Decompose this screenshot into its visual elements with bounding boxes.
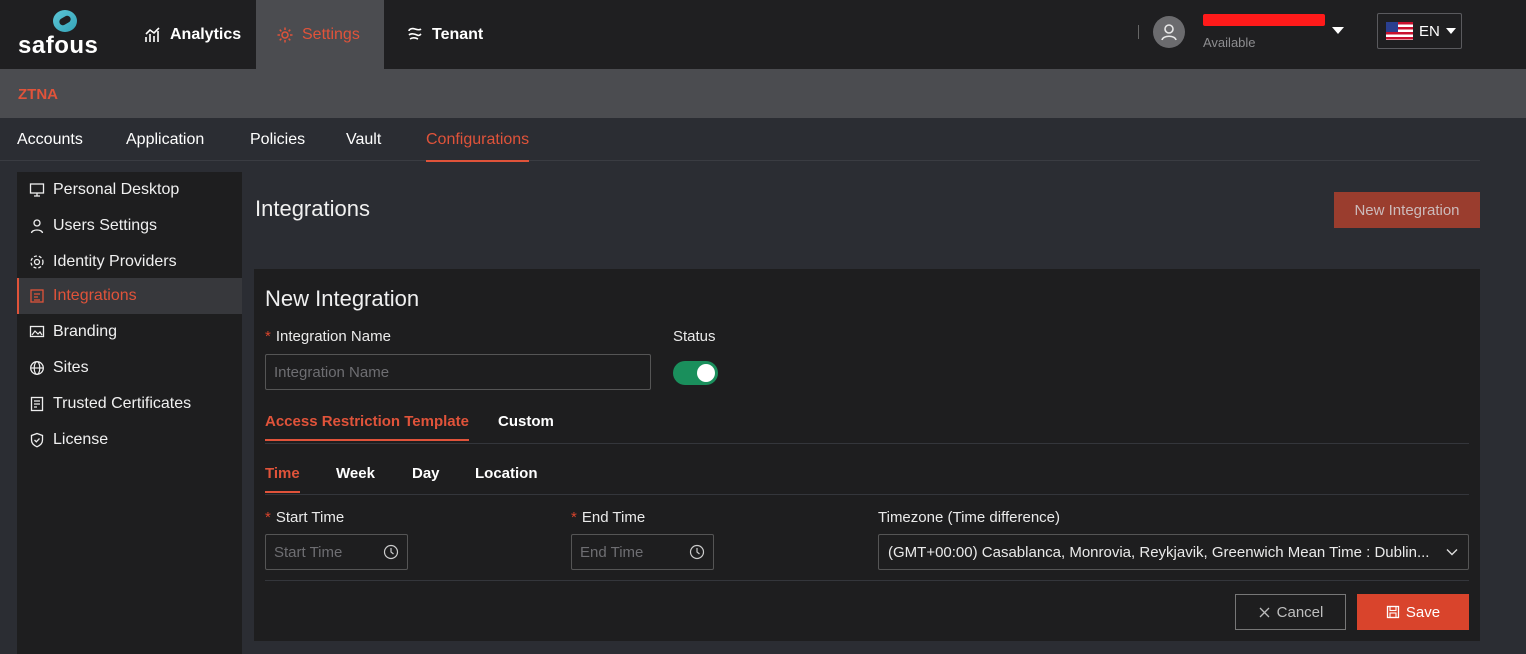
us-flag-icon <box>1386 22 1413 40</box>
timezone-select[interactable]: (GMT+00:00) Casablanca, Monrovia, Reykja… <box>878 534 1469 570</box>
sidebar-item-license[interactable]: License <box>17 422 242 458</box>
caret-down-icon <box>1445 28 1456 34</box>
integration-name-label-text: Integration Name <box>275 328 391 345</box>
certificate-icon <box>30 396 44 412</box>
tab-week[interactable]: Week <box>336 465 375 491</box>
safous-logo[interactable]: safous <box>18 8 118 60</box>
tab-day[interactable]: Day <box>412 465 440 491</box>
monitor-icon <box>29 183 45 197</box>
new-integration-panel: New Integration *Integration Name Status… <box>254 269 1480 641</box>
close-icon <box>1259 607 1270 617</box>
language-selector[interactable]: EN <box>1377 13 1462 49</box>
page-title: Integrations <box>255 196 370 221</box>
restriction-tabs: Time Week Day Location <box>265 465 1469 495</box>
tab-policies[interactable]: Policies <box>250 131 305 160</box>
cancel-button[interactable]: Cancel <box>1235 594 1346 630</box>
start-time-input[interactable]: Start Time <box>265 534 408 570</box>
required-marker: * <box>265 328 271 345</box>
cancel-label: Cancel <box>1276 603 1324 621</box>
tab-accounts[interactable]: Accounts <box>17 131 83 160</box>
clock-icon <box>383 544 399 560</box>
top-bar: safous Analytics Settings Tenant Availab… <box>0 0 1526 69</box>
sidebar-item-label: Branding <box>53 323 118 340</box>
status-label: Status <box>673 328 716 345</box>
sidebar-item-label: License <box>53 431 109 448</box>
user-avatar-icon <box>1161 24 1177 41</box>
logo-text: safous <box>18 32 99 59</box>
save-label: Save <box>1405 603 1441 621</box>
timezone-value: (GMT+00:00) Casablanca, Monrovia, Reykja… <box>888 543 1430 561</box>
tab-time[interactable]: Time <box>265 465 300 493</box>
save-button[interactable]: Save <box>1357 594 1469 630</box>
analytics-icon <box>145 26 160 42</box>
integration-name-input[interactable] <box>265 354 651 390</box>
integration-icon <box>30 289 44 303</box>
sidebar-item-identity-providers[interactable]: Identity Providers <box>17 244 242 280</box>
save-icon <box>1386 605 1400 619</box>
section-title: ZTNA <box>18 86 58 103</box>
sidebar-item-label: Personal Desktop <box>53 181 180 198</box>
integration-name-label: * Integration Name <box>265 328 391 345</box>
form-divider <box>265 580 1469 581</box>
nav-analytics-label: Analytics <box>170 25 242 43</box>
tab-application[interactable]: Application <box>126 131 204 160</box>
shield-check-icon <box>30 432 44 448</box>
start-time-placeholder: Start Time <box>274 543 343 561</box>
main-tabs: Accounts Application Policies Vault Conf… <box>0 118 1480 162</box>
status-toggle[interactable] <box>673 361 718 385</box>
sidebar-item-label: Sites <box>53 359 89 376</box>
panel-title: New Integration <box>265 286 420 311</box>
nav-settings-label: Settings <box>302 25 360 43</box>
sidebar-item-integrations[interactable]: Integrations <box>17 278 242 314</box>
gear-icon <box>277 27 293 42</box>
avatar[interactable] <box>1153 16 1185 48</box>
sidebar-item-label: Users Settings <box>53 217 158 234</box>
language-code: EN <box>1419 22 1440 40</box>
sidebar-item-users-settings[interactable]: Users Settings <box>17 208 242 244</box>
sidebar-item-sites[interactable]: Sites <box>17 350 242 386</box>
tab-access-restriction-template[interactable]: Access Restriction Template <box>265 413 469 441</box>
required-marker: * <box>265 509 271 526</box>
user-status: Available <box>1203 35 1256 50</box>
section-bar: ZTNA <box>0 69 1526 118</box>
user-icon <box>30 219 44 234</box>
end-time-label-text: End Time <box>581 509 646 526</box>
tab-location[interactable]: Location <box>475 465 538 491</box>
globe-icon <box>30 361 44 375</box>
template-tabs: Access Restriction Template Custom <box>265 413 1469 444</box>
nav-tenant-label: Tenant <box>432 25 484 43</box>
tab-vault[interactable]: Vault <box>346 131 381 160</box>
end-time-label: * End Time <box>571 509 645 526</box>
tab-configurations[interactable]: Configurations <box>426 131 530 162</box>
sidebar-item-label: Integrations <box>53 287 137 304</box>
required-marker: * <box>571 509 577 526</box>
new-integration-button[interactable]: New Integration <box>1334 192 1480 228</box>
start-time-label-text: Start Time <box>275 509 345 526</box>
logo-mark-icon <box>53 10 77 32</box>
divider <box>1138 25 1139 39</box>
user-menu-caret-icon[interactable] <box>1332 27 1344 34</box>
sidebar-item-trusted-certificates[interactable]: Trusted Certificates <box>17 386 242 422</box>
sidebar-item-label: Identity Providers <box>53 253 177 270</box>
tab-custom[interactable]: Custom <box>498 413 554 439</box>
toggle-knob <box>697 364 715 382</box>
timezone-label: Timezone (Time difference) <box>878 509 1061 526</box>
nav-analytics[interactable]: Analytics <box>124 0 261 69</box>
nav-tenant[interactable]: Tenant <box>386 0 503 69</box>
image-icon <box>29 325 45 338</box>
username-redacted[interactable] <box>1203 14 1325 26</box>
sidebar: Personal Desktop Users Settings Identity… <box>17 172 242 654</box>
sidebar-item-branding[interactable]: Branding <box>17 314 242 350</box>
chevron-down-icon <box>1446 549 1458 556</box>
end-time-placeholder: End Time <box>580 543 644 561</box>
nav-settings[interactable]: Settings <box>256 0 384 69</box>
end-time-input[interactable]: End Time <box>571 534 714 570</box>
clock-icon <box>689 544 705 560</box>
sidebar-item-label: Trusted Certificates <box>53 395 192 412</box>
tenant-icon <box>408 27 422 40</box>
gear-icon <box>30 255 44 269</box>
sidebar-item-personal-desktop[interactable]: Personal Desktop <box>17 172 242 208</box>
start-time-label: * Start Time <box>265 509 344 526</box>
